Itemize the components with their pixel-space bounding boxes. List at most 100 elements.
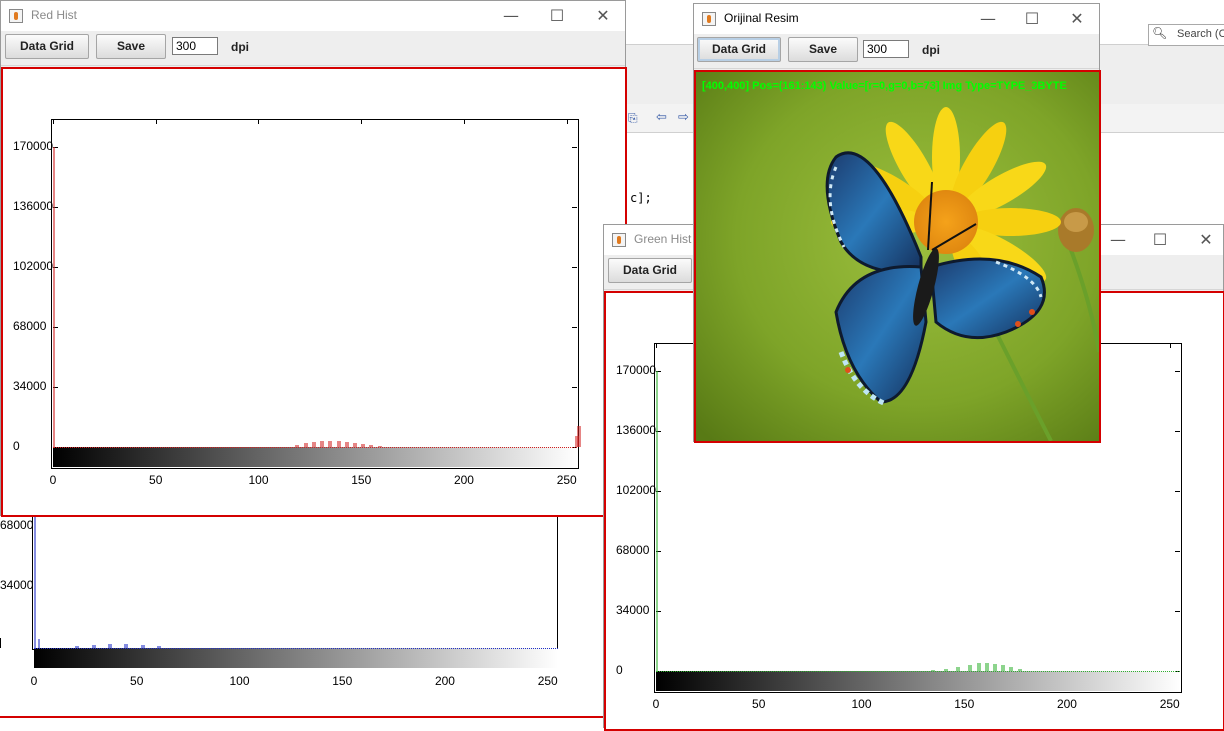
original-image-toolbar: Data Grid Save dpi <box>694 34 1099 69</box>
xtick-label: 200 <box>453 473 474 487</box>
hist-bar <box>311 442 316 447</box>
red-hist-titlebar[interactable]: Red Hist — ☐ ✕ <box>1 1 625 31</box>
blue-hist-gray-gradient <box>34 648 558 668</box>
hist-bar <box>320 441 325 447</box>
xtick-label: 200 <box>1056 697 1077 711</box>
xtick-mark <box>155 119 157 124</box>
xtick-mark <box>656 343 657 348</box>
ytick-label: 170000 <box>616 363 657 377</box>
xtick-label: 200 <box>434 674 455 688</box>
hist-bar <box>993 663 997 671</box>
java-app-icon <box>612 233 626 247</box>
dpi-input[interactable] <box>863 40 909 58</box>
hist-bar <box>124 644 129 648</box>
blue-hist-panel: 68000 34000 0 50 100 150 200 250 <box>0 468 606 718</box>
xtick-label: 0 <box>49 473 57 487</box>
ytick-label: 102000 <box>616 483 657 497</box>
hist-bar <box>107 644 112 648</box>
butterfly-image[interactable] <box>696 72 1099 441</box>
ytick-mark <box>572 147 577 148</box>
ytick-mark <box>572 327 577 328</box>
xtick-mark <box>1169 343 1171 348</box>
hist-bar <box>943 668 948 671</box>
ytick-label: 136000 <box>616 423 657 437</box>
hist-bar <box>984 662 989 671</box>
close-icon[interactable]: ✕ <box>1065 8 1089 30</box>
ytick-label: 136000 <box>13 199 54 213</box>
save-button[interactable]: Save <box>788 37 858 62</box>
save-button[interactable]: Save <box>96 34 166 59</box>
blue-hist-plot-area <box>32 500 558 650</box>
xtick-label: 150 <box>332 674 353 688</box>
ide-nav-icon[interactable]: ⎘ <box>628 111 638 126</box>
hist-bar <box>157 646 162 648</box>
xtick-label: 150 <box>954 697 975 711</box>
hist-bar <box>361 444 366 447</box>
maximize-icon[interactable]: ☐ <box>545 5 569 27</box>
ytick-mark <box>1175 431 1180 432</box>
hist-baseline <box>53 447 577 448</box>
data-grid-button[interactable]: Data Grid <box>608 258 692 283</box>
ytick-label: 34000 <box>616 603 650 617</box>
search-placeholder: Search (C <box>1177 28 1224 40</box>
close-icon[interactable]: ✕ <box>591 5 615 27</box>
ide-forward-icon[interactable]: ⇨ <box>678 110 689 125</box>
ytick-mark <box>572 387 577 388</box>
hist-bar <box>976 663 981 671</box>
red-hist-gray-gradient <box>53 447 577 467</box>
data-grid-button[interactable]: Data Grid <box>5 34 89 59</box>
hist-bar <box>38 639 41 648</box>
xtick-label: 50 <box>149 473 163 487</box>
original-image-title: Orijinal Resim <box>724 11 799 25</box>
ide-back-icon[interactable]: ⇦ <box>656 110 667 125</box>
data-grid-button[interactable]: Data Grid <box>697 37 781 62</box>
hist-bar <box>577 425 581 447</box>
hist-bar <box>328 440 333 447</box>
hist-bar <box>956 666 961 671</box>
xtick-mark <box>361 119 363 124</box>
xtick-label: 100 <box>248 473 269 487</box>
ytick-label: 170000 <box>13 139 54 153</box>
maximize-icon[interactable]: ☐ <box>1020 8 1044 30</box>
red-hist-window: Red Hist — ☐ ✕ Data Grid Save dpi 0 34000… <box>0 0 627 517</box>
blue-hist-ytick-label: 34000 <box>0 578 34 592</box>
ytick-label: 102000 <box>13 259 54 273</box>
ide-code-fragment: c]; <box>630 191 652 205</box>
ytick-mark <box>1175 371 1180 372</box>
hist-bar <box>1001 665 1006 671</box>
ytick-mark <box>572 207 577 208</box>
ide-search-box[interactable]: 🔍︎ Search (C <box>1148 24 1224 46</box>
minimize-icon[interactable]: — <box>499 5 523 27</box>
maximize-icon[interactable]: ☐ <box>1148 229 1172 251</box>
minimize-icon[interactable]: — <box>976 8 1000 30</box>
hist-baseline <box>34 648 558 649</box>
minimize-icon[interactable]: — <box>1106 229 1130 251</box>
xtick-mark <box>463 119 465 124</box>
ytick-mark <box>1175 611 1180 612</box>
xtick-mark <box>53 119 54 124</box>
xtick-label: 100 <box>229 674 250 688</box>
hist-bar <box>75 646 80 648</box>
xtick-mark <box>258 119 260 124</box>
ytick-label: 0 <box>13 439 20 453</box>
hist-bar <box>1017 668 1022 671</box>
hist-bar <box>1009 667 1014 671</box>
hist-bar <box>295 444 300 447</box>
red-hist-toolbar: Data Grid Save dpi <box>1 31 625 66</box>
red-hist-title: Red Hist <box>31 8 78 22</box>
original-image-window: Orijinal Resim — ☐ ✕ Data Grid Save dpi <box>693 3 1101 443</box>
java-app-icon <box>702 12 716 26</box>
dpi-input[interactable] <box>172 37 218 55</box>
dpi-label: dpi <box>922 43 940 57</box>
hist-baseline <box>656 671 1180 672</box>
ytick-mark <box>1175 551 1180 552</box>
blue-hist-window: 68000 34000 0 50 100 150 200 250 <box>0 468 606 728</box>
close-icon[interactable]: ✕ <box>1194 229 1218 251</box>
hist-bar <box>353 443 358 447</box>
original-image-panel: [400,400] Pos=(161:143) Value=[r=0,g=0,b… <box>694 70 1101 443</box>
blue-hist-ytick-mark <box>0 638 5 648</box>
original-image-titlebar[interactable]: Orijinal Resim — ☐ ✕ <box>694 4 1099 34</box>
xtick-label: 0 <box>652 697 660 711</box>
ytick-label: 34000 <box>13 379 47 393</box>
hist-bar <box>140 645 145 648</box>
